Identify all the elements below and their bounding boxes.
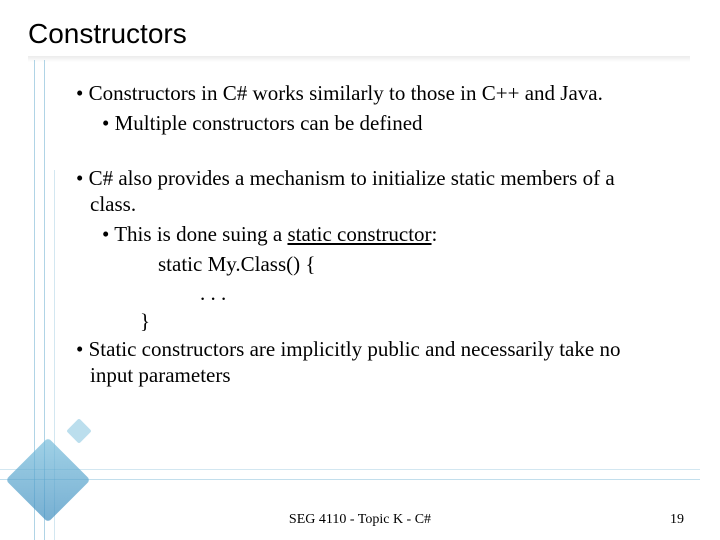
deco-diamond-small bbox=[66, 418, 91, 443]
footer-text: SEG 4110 - Topic K - C# bbox=[0, 512, 720, 528]
spacer bbox=[60, 141, 660, 165]
slide: Constructors Constructors in C# works si… bbox=[0, 0, 720, 540]
slide-body: Constructors in C# works similarly to th… bbox=[60, 80, 660, 393]
bullet-level1: Constructors in C# works similarly to th… bbox=[60, 80, 660, 106]
code-line: static My.Class() { bbox=[60, 251, 660, 277]
underlined-term: static constructor bbox=[287, 222, 431, 246]
slide-title: Constructors bbox=[28, 18, 187, 50]
bullet-level2: Multiple constructors can be defined bbox=[60, 110, 660, 136]
text-fragment: : bbox=[432, 222, 438, 246]
deco-line bbox=[44, 60, 45, 540]
deco-line bbox=[0, 469, 700, 470]
deco-diamond bbox=[6, 438, 91, 523]
deco-line bbox=[0, 479, 700, 480]
text-fragment: This is done suing a bbox=[114, 222, 287, 246]
bullet-level1: C# also provides a mechanism to initiali… bbox=[60, 165, 660, 218]
code-line: . . . bbox=[60, 280, 660, 306]
page-number: 19 bbox=[670, 512, 684, 528]
deco-line bbox=[54, 170, 55, 540]
deco-line bbox=[34, 60, 35, 540]
bullet-level2: This is done suing a static constructor: bbox=[60, 221, 660, 247]
bullet-level1: Static constructors are implicitly publi… bbox=[60, 336, 660, 389]
code-line: } bbox=[60, 308, 660, 334]
title-underline-shadow bbox=[28, 56, 690, 62]
